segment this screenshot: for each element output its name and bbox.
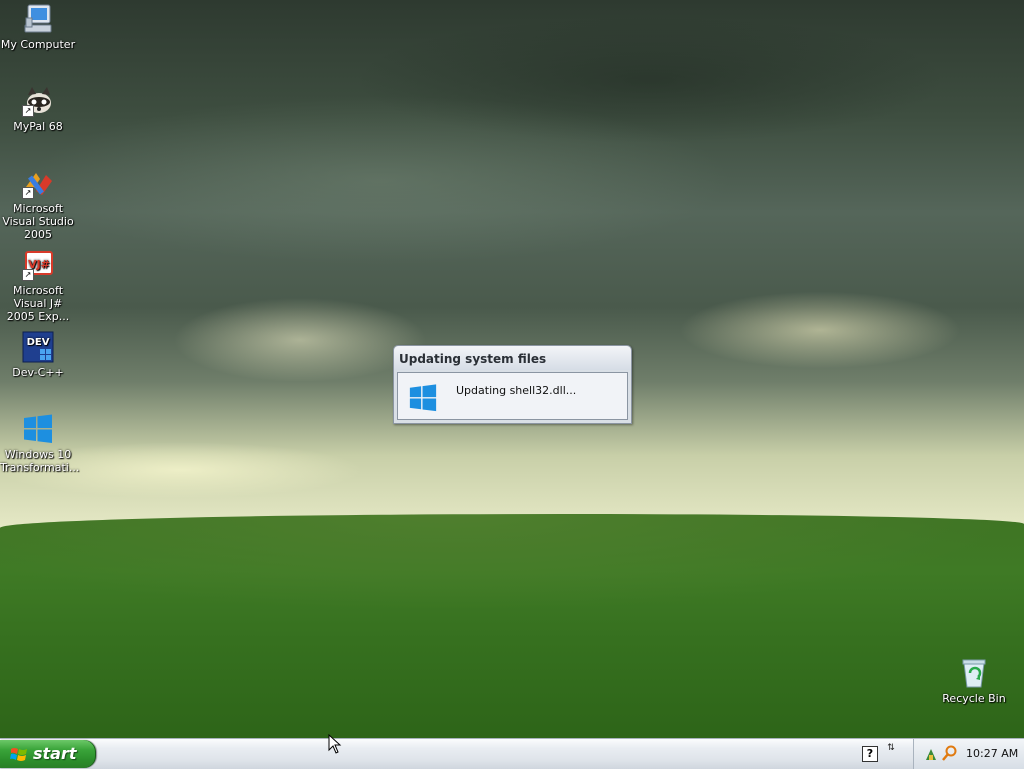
devcpp-icon: DEV [22,331,54,363]
shortcut-arrow-icon: ↗ [22,269,34,281]
visual-jsharp-icon: VJ# ↗ [22,249,54,281]
taskbar: start ? ⇅ 10:27 AM [0,738,1024,769]
desktop-icon-label: My Computer [0,38,76,51]
desktop-icon-label: Dev-C++ [12,366,64,379]
desktop-icon-visual-jsharp[interactable]: VJ# ↗ Microsoft Visual J# 2005 Exp... [0,249,76,323]
desktop-icon-visual-studio[interactable]: ↗ Microsoft Visual Studio 2005 [0,167,76,241]
desktop-icon-recycle-bin[interactable]: Recycle Bin [936,657,1012,705]
notification-area: 10:27 AM [913,739,1024,769]
computer-icon [22,3,54,35]
search-icon[interactable] [942,745,958,764]
desktop-icon-label: Recycle Bin [942,692,1006,705]
desktop-icon-label: Windows 10 Transformati... [0,448,80,474]
desktop-icon-windows10-transformation[interactable]: Windows 10 Transformati... [0,413,80,474]
svg-text:DEV: DEV [27,337,50,348]
shortcut-arrow-icon: ↗ [22,187,34,199]
tray-arrows-icon[interactable]: ⇅ [884,743,898,763]
desktop-icon-label: MyPal 68 [13,120,63,133]
raccoon-browser-icon: ↗ [22,85,54,117]
updating-system-files-dialog: Updating system files Updating shell32.d… [393,345,632,424]
wallpaper-hills [0,514,1024,738]
shortcut-arrow-icon: ↗ [22,105,34,117]
desktop-icon-mypal[interactable]: ↗ MyPal 68 [0,85,76,133]
help-icon[interactable]: ? [862,746,878,762]
windows-logo-icon [22,413,54,445]
start-button[interactable]: start [0,740,96,768]
network-icon[interactable] [924,746,938,765]
windows-flag-icon [10,746,28,765]
desktop-icon-label: Microsoft Visual Studio 2005 [2,202,74,241]
wallpaper-sky [0,0,1024,530]
desktop-icon-label: Microsoft Visual J# 2005 Exp... [6,284,70,323]
dialog-body: Updating shell32.dll... [397,372,628,420]
desktop-icon-devcpp[interactable]: DEV Dev-C++ [0,331,76,379]
start-label: start [33,744,77,763]
dialog-title: Updating system files [394,346,631,370]
recycle-bin-icon [958,657,990,689]
dialog-message: Updating shell32.dll... [456,384,577,397]
visual-studio-icon: ↗ [22,167,54,199]
clock[interactable]: 10:27 AM [966,747,1018,760]
windows-logo-icon [408,383,438,416]
desktop-icon-my-computer[interactable]: My Computer [0,3,76,51]
mouse-cursor-icon [328,733,342,757]
